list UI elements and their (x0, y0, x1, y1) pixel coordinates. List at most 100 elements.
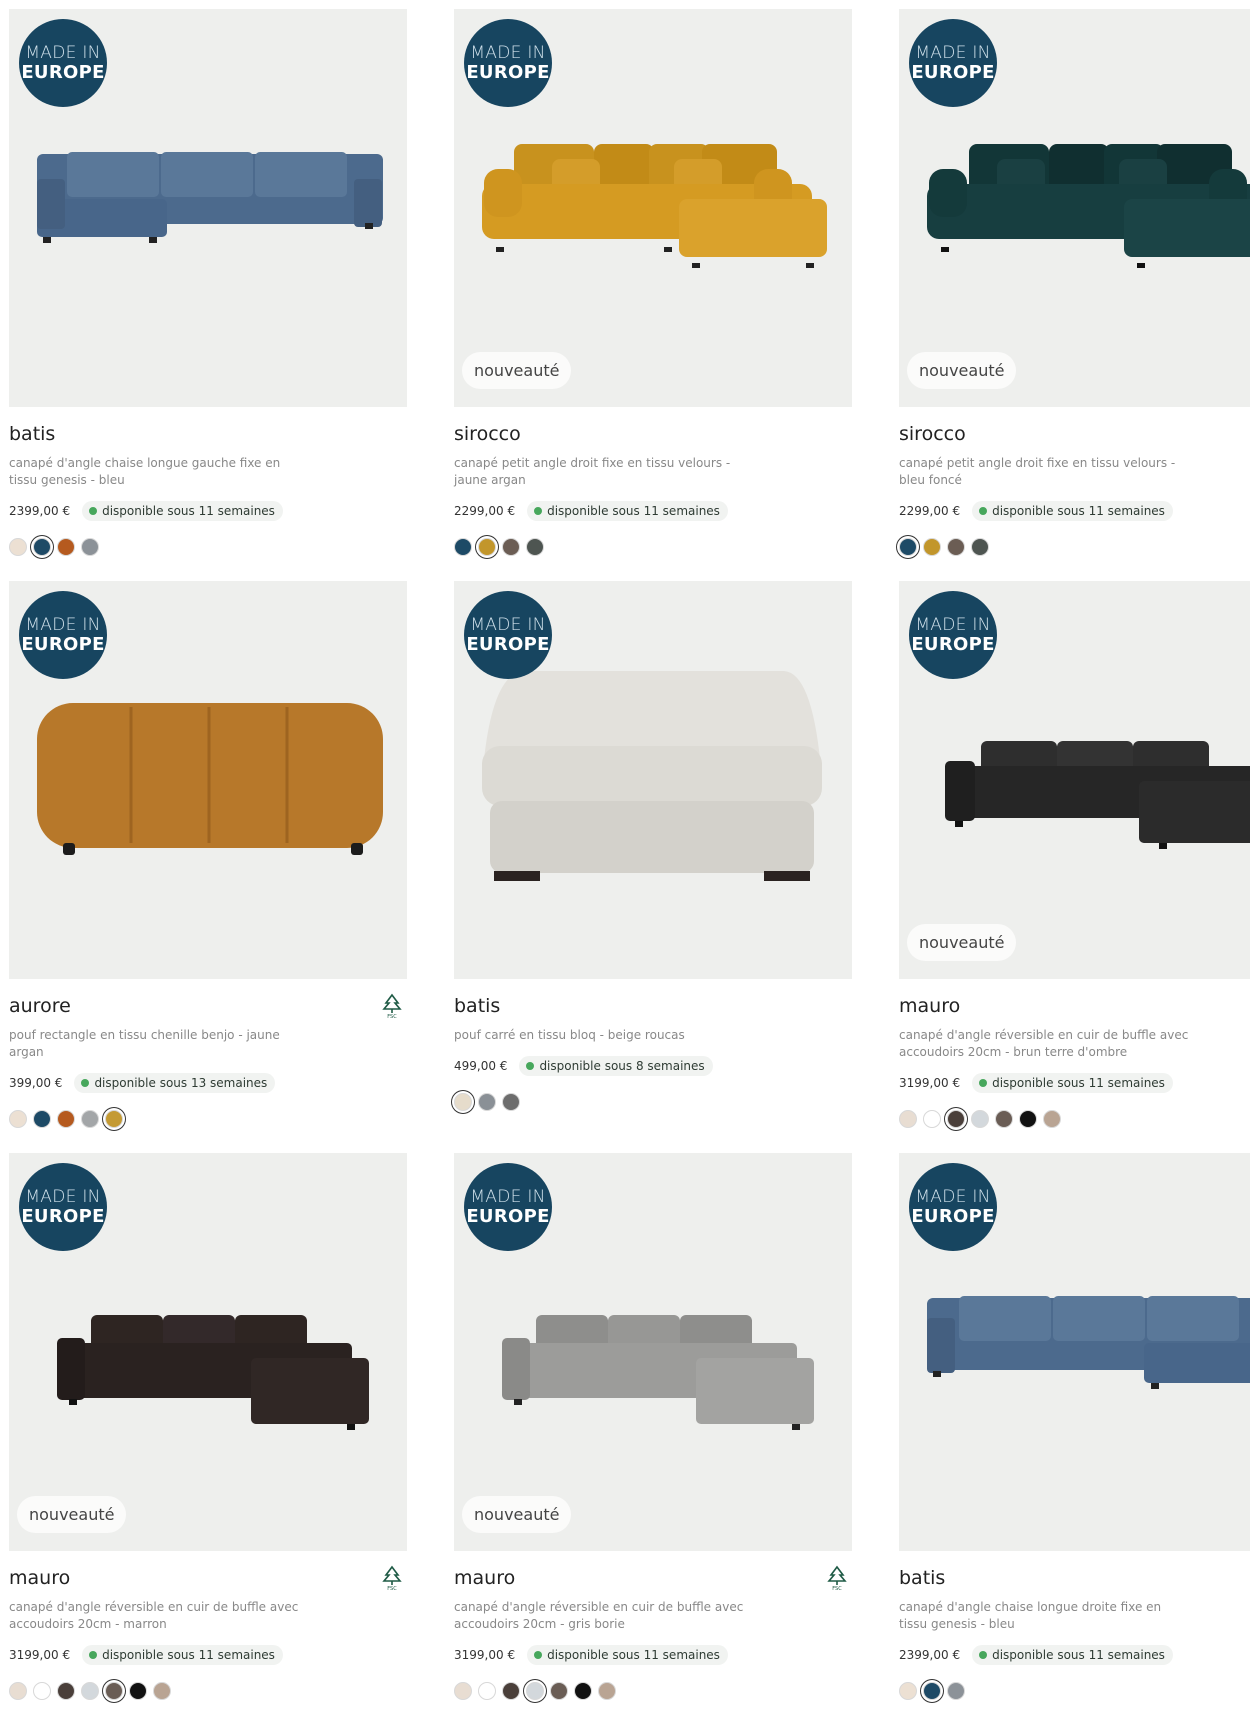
color-swatch[interactable] (454, 1093, 472, 1111)
color-swatches (899, 1681, 1250, 1701)
color-swatch[interactable] (129, 1682, 147, 1700)
color-swatch[interactable] (550, 1682, 568, 1700)
product-image[interactable]: MADE IN EUROPE (454, 581, 852, 979)
product-title[interactable]: batis (454, 995, 500, 1017)
color-swatch[interactable] (899, 1682, 917, 1700)
product-card[interactable]: MADE IN EUROPE batis canapé d'angle chai… (899, 1153, 1250, 1701)
product-title[interactable]: batis (9, 423, 55, 445)
color-swatch[interactable] (598, 1682, 616, 1700)
color-swatch[interactable] (105, 1682, 123, 1700)
product-image[interactable]: MADE IN EUROPE nouveauté (454, 9, 852, 407)
product-price: 2399,00 € (9, 504, 71, 518)
color-swatch[interactable] (81, 1682, 99, 1700)
product-title[interactable]: sirocco (454, 423, 521, 445)
color-swatches (9, 1109, 407, 1129)
fsc-icon: FSC (827, 1565, 847, 1591)
color-swatch[interactable] (574, 1682, 592, 1700)
color-swatch[interactable] (923, 1682, 941, 1700)
availability-badge: disponible sous 11 semaines (972, 1073, 1173, 1093)
color-swatch[interactable] (502, 1682, 520, 1700)
product-card[interactable]: MADE IN EUROPE nouveauté mauro FSC canap… (9, 1153, 407, 1701)
color-swatches (899, 537, 1250, 557)
color-swatch[interactable] (1019, 1110, 1037, 1128)
color-swatch[interactable] (478, 1093, 496, 1111)
color-swatch[interactable] (57, 1682, 75, 1700)
fsc-icon: FSC (382, 993, 402, 1019)
product-description: pouf carré en tissu bloq - beige roucas (454, 1028, 685, 1042)
color-swatch[interactable] (33, 1110, 51, 1128)
color-swatch[interactable] (105, 1110, 123, 1128)
product-image[interactable]: MADE IN EUROPE nouveauté (899, 9, 1250, 407)
availability-badge: disponible sous 11 semaines (527, 1645, 728, 1665)
color-swatch[interactable] (923, 1110, 941, 1128)
product-card[interactable]: MADE IN EUROPE aurore FSC pouf rectangle… (9, 581, 407, 1129)
product-image[interactable]: MADE IN EUROPE nouveauté (9, 1153, 407, 1551)
svg-text:FSC: FSC (387, 1586, 397, 1591)
availability-badge: disponible sous 11 semaines (82, 501, 283, 521)
color-swatch[interactable] (971, 1110, 989, 1128)
color-swatch[interactable] (947, 538, 965, 556)
color-swatch[interactable] (899, 538, 917, 556)
color-swatch[interactable] (526, 1682, 544, 1700)
color-swatch[interactable] (478, 538, 496, 556)
product-card[interactable]: MADE IN EUROPE nouveauté sirocco canapé … (899, 9, 1250, 557)
product-image[interactable]: MADE IN EUROPE (899, 1153, 1250, 1551)
color-swatch[interactable] (57, 1110, 75, 1128)
color-swatch[interactable] (971, 538, 989, 556)
product-image[interactable]: MADE IN EUROPE (9, 581, 407, 979)
made-in-europe-badge: MADE IN EUROPE (909, 19, 997, 107)
color-swatches (454, 1681, 852, 1701)
color-swatch[interactable] (1043, 1110, 1061, 1128)
color-swatch[interactable] (502, 538, 520, 556)
color-swatch[interactable] (9, 1110, 27, 1128)
color-swatch[interactable] (947, 1110, 965, 1128)
product-title[interactable]: mauro (899, 995, 960, 1017)
product-title[interactable]: mauro (9, 1567, 70, 1589)
product-image[interactable]: MADE IN EUROPE nouveauté (454, 1153, 852, 1551)
color-swatch[interactable] (81, 1110, 99, 1128)
color-swatch[interactable] (153, 1682, 171, 1700)
made-in-europe-badge: MADE IN EUROPE (464, 591, 552, 679)
product-card[interactable]: MADE IN EUROPE nouveauté sirocco canapé … (454, 9, 852, 557)
color-swatch[interactable] (81, 538, 99, 556)
availability-badge: disponible sous 13 semaines (74, 1073, 276, 1093)
color-swatch[interactable] (995, 1110, 1013, 1128)
color-swatch[interactable] (947, 1682, 965, 1700)
color-swatch[interactable] (454, 538, 472, 556)
made-in-europe-badge: MADE IN EUROPE (909, 1163, 997, 1251)
color-swatch[interactable] (57, 538, 75, 556)
product-title[interactable]: aurore (9, 995, 71, 1017)
made-in-europe-badge: MADE IN EUROPE (19, 1163, 107, 1251)
status-dot-icon (89, 1651, 98, 1659)
color-swatch[interactable] (502, 1093, 520, 1111)
made-in-europe-badge: MADE IN EUROPE (464, 1163, 552, 1251)
color-swatch[interactable] (478, 1682, 496, 1700)
product-card[interactable]: MADE IN EUROPE batis pouf carré en tissu… (454, 581, 852, 1112)
color-swatch[interactable] (899, 1110, 917, 1128)
product-image[interactable]: MADE IN EUROPE (9, 9, 407, 407)
color-swatch[interactable] (9, 1682, 27, 1700)
product-price: 2299,00 € (899, 504, 961, 518)
color-swatch[interactable] (9, 538, 27, 556)
color-swatch[interactable] (33, 538, 51, 556)
status-dot-icon (89, 507, 98, 515)
product-card[interactable]: MADE IN EUROPE nouveauté mauro canapé d'… (899, 581, 1250, 1129)
product-image[interactable]: MADE IN EUROPE nouveauté (899, 581, 1250, 979)
status-dot-icon (534, 507, 543, 515)
product-price: 2299,00 € (454, 504, 516, 518)
product-title[interactable]: sirocco (899, 423, 966, 445)
new-badge: nouveauté (907, 924, 1017, 961)
product-card[interactable]: MADE IN EUROPE batis canapé d'angle chai… (9, 9, 407, 557)
made-in-europe-badge: MADE IN EUROPE (19, 591, 107, 679)
status-dot-icon (534, 1651, 543, 1659)
status-dot-icon (526, 1062, 535, 1070)
product-card[interactable]: MADE IN EUROPE nouveauté mauro FSC canap… (454, 1153, 852, 1701)
product-price: 3199,00 € (899, 1076, 961, 1090)
color-swatch[interactable] (33, 1682, 51, 1700)
color-swatch[interactable] (454, 1682, 472, 1700)
product-title[interactable]: batis (899, 1567, 945, 1589)
color-swatch[interactable] (923, 538, 941, 556)
product-title[interactable]: mauro (454, 1567, 515, 1589)
status-dot-icon (979, 507, 988, 515)
color-swatch[interactable] (526, 538, 544, 556)
